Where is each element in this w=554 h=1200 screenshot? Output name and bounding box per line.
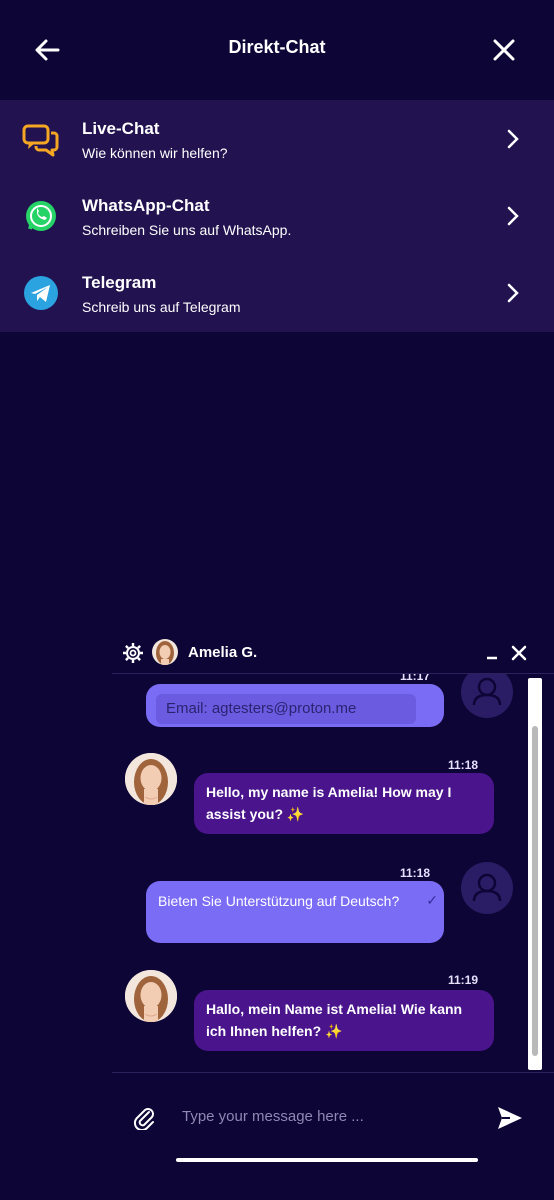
channel-name: Telegram [82,273,157,292]
close-icon[interactable] [510,644,528,662]
whatsapp-icon [22,197,60,235]
gear-icon[interactable] [122,642,144,664]
message-text: Bieten Sie Unterstützung auf Deutsch? [158,893,400,909]
message-time: 11:18 [448,758,479,772]
close-icon[interactable] [490,36,518,64]
chevron-right-icon [506,205,520,227]
page: Direkt-Chat Live-Chat Wie können wir hel… [0,0,554,1200]
channel-description: Schreiben Sie uns auf WhatsApp. [82,222,292,238]
home-indicator [176,1158,478,1162]
channel-telegram[interactable]: Telegram Schreib uns auf Telegram [0,254,554,331]
channel-whatsapp[interactable]: WhatsApp-Chat Schreiben Sie uns auf What… [0,177,554,254]
agent-avatar [152,639,178,665]
channel-list: Live-Chat Wie können wir helfen? WhatsAp… [0,100,554,332]
channel-description: Schreib uns auf Telegram [82,299,241,315]
channel-name: WhatsApp-Chat [82,196,210,215]
send-icon[interactable] [496,1105,524,1131]
message-time: 11:17 [400,674,431,683]
chat-widget-header: Amelia G. [112,630,554,674]
channel-name: Live-Chat [82,119,160,138]
agent-avatar [125,753,177,805]
page-title: Direkt-Chat [228,37,326,57]
channel-live-chat[interactable]: Live-Chat Wie können wir helfen? [0,100,554,177]
minimize-icon[interactable] [484,644,500,662]
channel-description: Wie können wir helfen? [82,145,228,161]
message-input[interactable]: Type your message here ... [182,1108,364,1125]
read-check-icon: ✓ [426,892,438,908]
user-avatar [461,674,513,718]
email-field[interactable]: Email: agtesters@proton.me [156,694,416,724]
chevron-right-icon [506,282,520,304]
scrollbar-thumb[interactable] [532,726,538,1056]
message-list[interactable]: 11:17 Email: agtesters@proton.me 11:18 H… [112,674,554,1072]
scrollbar[interactable] [528,678,542,1070]
agent-avatar [125,970,177,1022]
message-composer: Type your message here ... [112,1072,554,1162]
paperclip-icon[interactable] [132,1104,156,1132]
chat-bubbles-icon [22,120,60,158]
agent-message: Hallo, mein Name ist Amelia! Wie kann ic… [194,990,494,1051]
user-message: Bieten Sie Unterstützung auf Deutsch? ✓ [146,881,444,943]
chat-widget: Amelia G. 11:17 Email: agtesters@proton.… [112,630,554,1200]
user-avatar [461,862,513,914]
chevron-right-icon [506,128,520,150]
telegram-icon [22,274,60,312]
message-time: 11:18 [400,866,431,880]
agent-message: Hello, my name is Amelia! How may I assi… [194,773,494,834]
header: Direkt-Chat [0,0,554,100]
agent-name: Amelia G. [188,644,258,661]
user-message: Email: agtesters@proton.me [146,684,444,727]
message-time: 11:19 [448,973,479,987]
